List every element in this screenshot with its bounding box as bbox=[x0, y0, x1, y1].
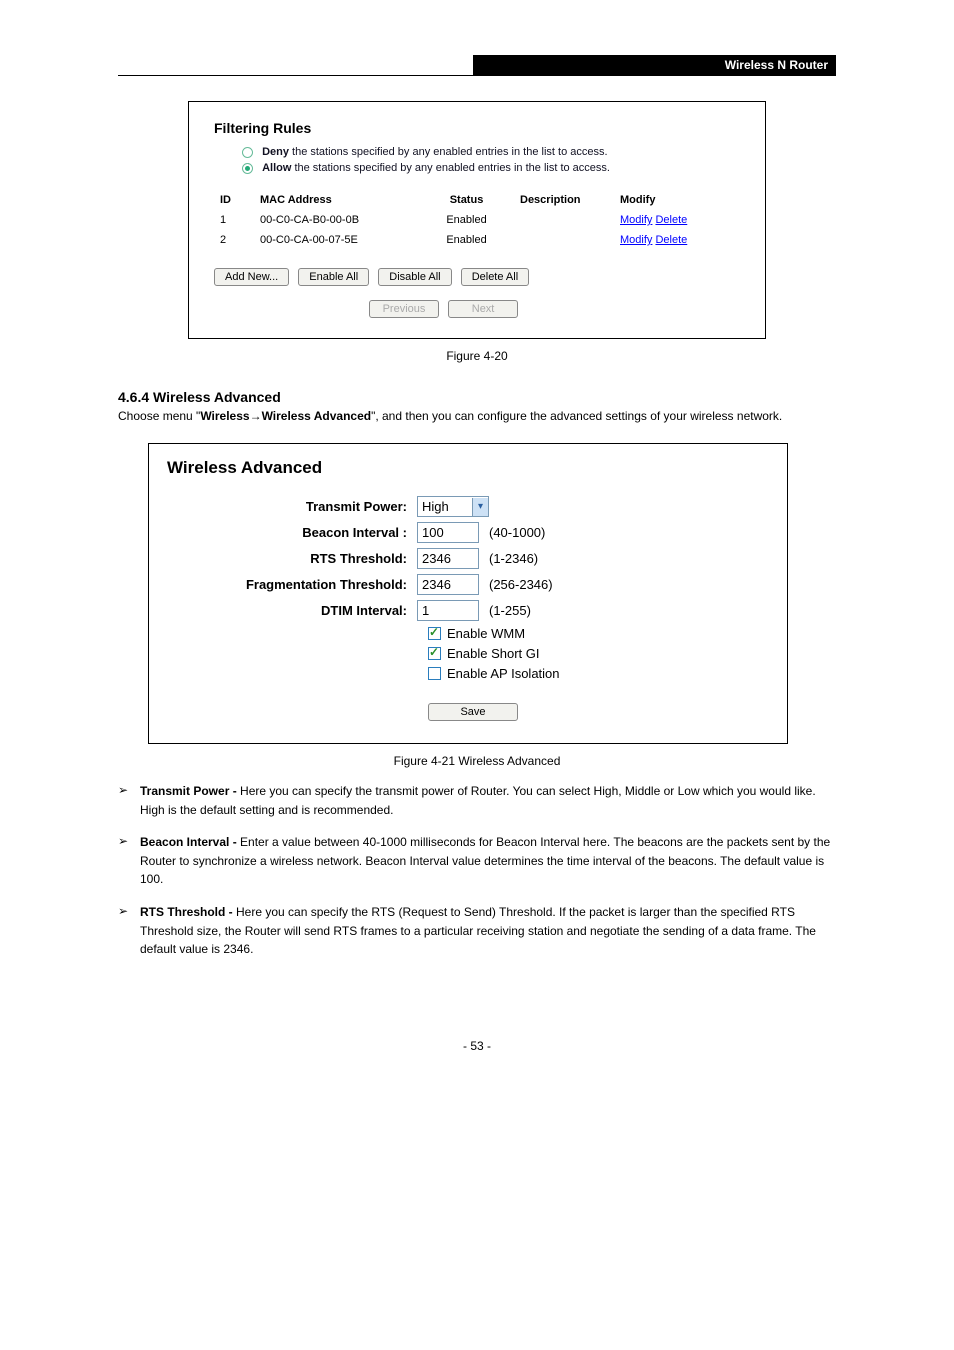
page-number: - 53 - bbox=[118, 1039, 836, 1053]
col-mac: MAC Address bbox=[254, 190, 419, 210]
beacon-interval-label: Beacon Interval : bbox=[167, 525, 417, 540]
bullet-text: RTS Threshold - Here you can specify the… bbox=[140, 903, 836, 959]
enable-wmm-row[interactable]: Enable WMM bbox=[428, 626, 769, 641]
col-id: ID bbox=[214, 190, 254, 210]
transmit-power-select[interactable]: High ▾ bbox=[417, 496, 489, 517]
save-button[interactable]: Save bbox=[428, 703, 518, 721]
table-header-row: ID MAC Address Status Description Modify bbox=[214, 190, 740, 210]
list-item: ➢ Transmit Power - Here you can specify … bbox=[118, 782, 836, 819]
wireless-advanced-title: Wireless Advanced bbox=[167, 458, 769, 478]
previous-button: Previous bbox=[369, 300, 439, 318]
col-modify: Modify bbox=[614, 190, 740, 210]
allow-radio-row[interactable]: Allow the stations specified by any enab… bbox=[242, 162, 740, 174]
rts-threshold-input[interactable] bbox=[417, 548, 479, 569]
header-divider bbox=[118, 75, 836, 76]
select-text: High bbox=[418, 497, 472, 516]
header-model: Wireless N Router bbox=[473, 55, 836, 75]
checkbox-unchecked-icon[interactable] bbox=[428, 667, 441, 680]
table-row: 1 00-C0-CA-B0-00-0B Enabled Modify Delet… bbox=[214, 210, 740, 230]
cell-mac: 00-C0-CA-00-07-5E bbox=[254, 230, 419, 250]
fragmentation-threshold-label: Fragmentation Threshold: bbox=[167, 577, 417, 592]
cell-id: 2 bbox=[214, 230, 254, 250]
bullet-text: Transmit Power - Here you can specify th… bbox=[140, 782, 836, 819]
cell-status: Enabled bbox=[419, 210, 514, 230]
dtim-interval-label: DTIM Interval: bbox=[167, 603, 417, 618]
deny-label: Deny the stations specified by any enabl… bbox=[262, 146, 607, 158]
deny-radio-row[interactable]: Deny the stations specified by any enabl… bbox=[242, 146, 740, 158]
bullet-icon: ➢ bbox=[118, 903, 140, 959]
radio-unchecked-icon[interactable] bbox=[242, 147, 253, 158]
cell-desc bbox=[514, 210, 614, 230]
section-heading: 4.6.4 Wireless Advanced bbox=[118, 389, 836, 405]
col-status: Status bbox=[419, 190, 514, 210]
filtering-rules-title: Filtering Rules bbox=[214, 120, 740, 136]
figure-4-21-caption: Figure 4-21 Wireless Advanced bbox=[118, 754, 836, 768]
rts-threshold-label: RTS Threshold: bbox=[167, 551, 417, 566]
mac-filter-table: ID MAC Address Status Description Modify… bbox=[214, 190, 740, 250]
enable-short-gi-label: Enable Short GI bbox=[447, 646, 540, 661]
fragmentation-threshold-input[interactable] bbox=[417, 574, 479, 595]
filtering-rules-panel: Filtering Rules Deny the stations specif… bbox=[188, 101, 766, 339]
bullet-icon: ➢ bbox=[118, 833, 140, 889]
col-desc: Description bbox=[514, 190, 614, 210]
radio-checked-icon[interactable] bbox=[242, 163, 253, 174]
enable-short-gi-row[interactable]: Enable Short GI bbox=[428, 646, 769, 661]
modify-link[interactable]: Modify bbox=[620, 214, 652, 226]
enable-wmm-label: Enable WMM bbox=[447, 626, 525, 641]
delete-all-button[interactable]: Delete All bbox=[461, 268, 529, 286]
dtim-interval-hint: (1-255) bbox=[489, 603, 531, 618]
fragmentation-threshold-hint: (256-2346) bbox=[489, 577, 553, 592]
delete-link[interactable]: Delete bbox=[655, 234, 687, 246]
section-intro-text: Choose menu "Wireless → Wireless Advance… bbox=[118, 409, 836, 423]
enable-all-button[interactable]: Enable All bbox=[298, 268, 369, 286]
rts-threshold-hint: (1-2346) bbox=[489, 551, 538, 566]
table-row: 2 00-C0-CA-00-07-5E Enabled Modify Delet… bbox=[214, 230, 740, 250]
bullet-icon: ➢ bbox=[118, 782, 140, 819]
cell-status: Enabled bbox=[419, 230, 514, 250]
chevron-down-icon[interactable]: ▾ bbox=[472, 498, 488, 516]
modify-link[interactable]: Modify bbox=[620, 234, 652, 246]
enable-ap-isolation-row[interactable]: Enable AP Isolation bbox=[428, 666, 769, 681]
beacon-interval-hint: (40-1000) bbox=[489, 525, 545, 540]
next-button: Next bbox=[448, 300, 518, 318]
cell-id: 1 bbox=[214, 210, 254, 230]
beacon-interval-input[interactable] bbox=[417, 522, 479, 543]
disable-all-button[interactable]: Disable All bbox=[378, 268, 451, 286]
wireless-advanced-panel: Wireless Advanced Transmit Power: High ▾… bbox=[148, 443, 788, 744]
allow-label: Allow the stations specified by any enab… bbox=[262, 162, 610, 174]
enable-ap-isolation-label: Enable AP Isolation bbox=[447, 666, 560, 681]
arrow-right-icon: → bbox=[250, 409, 262, 423]
cell-desc bbox=[514, 230, 614, 250]
delete-link[interactable]: Delete bbox=[655, 214, 687, 226]
checkbox-checked-icon[interactable] bbox=[428, 647, 441, 660]
dtim-interval-input[interactable] bbox=[417, 600, 479, 621]
list-item: ➢ RTS Threshold - Here you can specify t… bbox=[118, 903, 836, 959]
transmit-power-label: Transmit Power: bbox=[167, 499, 417, 514]
list-item: ➢ Beacon Interval - Enter a value betwee… bbox=[118, 833, 836, 889]
add-new-button[interactable]: Add New... bbox=[214, 268, 289, 286]
figure-4-20-caption: Figure 4-20 bbox=[118, 349, 836, 363]
bullet-text: Beacon Interval - Enter a value between … bbox=[140, 833, 836, 889]
cell-mac: 00-C0-CA-B0-00-0B bbox=[254, 210, 419, 230]
checkbox-checked-icon[interactable] bbox=[428, 627, 441, 640]
